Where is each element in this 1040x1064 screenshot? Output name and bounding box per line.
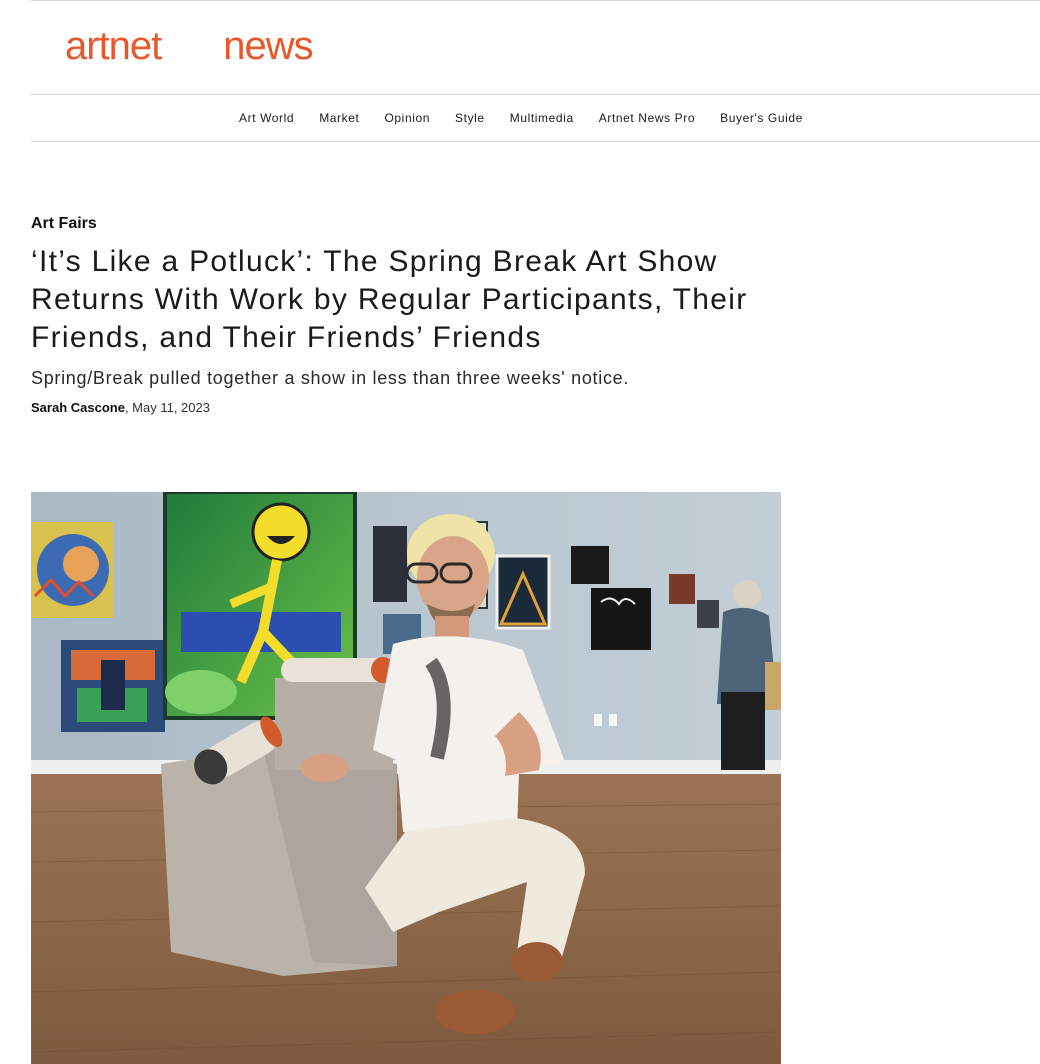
nav-item-artnet-news-pro[interactable]: Artnet News Pro [599,111,695,125]
logo-artnet-text: artnet [65,24,162,68]
hero-photo-illustration [31,492,781,1064]
nav-item-style[interactable]: Style [455,111,485,125]
main-navigation: Art World Market Opinion Style Multimedi… [31,95,1040,142]
nav-item-opinion[interactable]: Opinion [384,111,430,125]
site-header: artnet news [31,0,1040,95]
article-category-link[interactable]: Art Fairs [31,214,791,234]
nav-item-buyers-guide[interactable]: Buyer's Guide [720,111,803,125]
site-logo[interactable]: artnet news [65,24,314,68]
article-title: ‘It’s Like a Potluck’: The Spring Break … [31,245,748,354]
author-link[interactable]: Sarah Cascone [31,400,125,415]
logo-news-text: news [223,24,313,68]
nav-item-market[interactable]: Market [319,111,359,125]
nav-item-art-world[interactable]: Art World [239,111,294,125]
article-byline: Sarah Cascone, May 11, 2023 [31,400,791,416]
article-subtitle: Spring/Break pulled together a show in l… [31,368,630,388]
nav-list: Art World Market Opinion Style Multimedi… [239,111,803,125]
hero-photo [31,492,781,1064]
publish-date: May 11, 2023 [132,400,210,415]
article-header: Art Fairs ‘It’s Like a Potluck’: The Spr… [31,214,791,416]
nav-item-multimedia[interactable]: Multimedia [510,111,574,125]
